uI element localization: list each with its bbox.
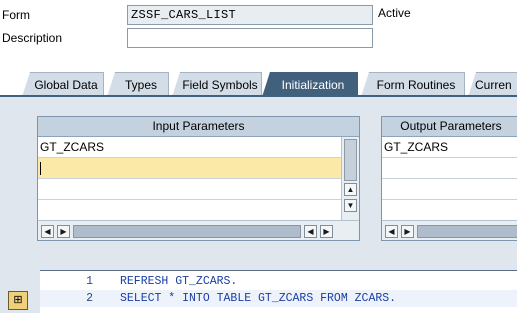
input-param-row[interactable] xyxy=(38,179,341,200)
arrow-left-icon[interactable]: ◀ xyxy=(385,225,398,238)
arrow-up-icon[interactable]: ▲ xyxy=(344,183,357,196)
tab-current[interactable]: Curren xyxy=(468,72,517,97)
code-text[interactable]: SELECT * INTO TABLE GT_ZCARS FROM ZCARS. xyxy=(120,290,396,307)
arrow-left-icon[interactable]: ◀ xyxy=(41,225,54,238)
abap-code-editor[interactable]: 1 REFRESH GT_ZCARS. 2 SELECT * INTO TABL… xyxy=(40,270,517,313)
input-param-row[interactable]: GT_ZCARS xyxy=(38,137,341,158)
line-number: 1 xyxy=(86,275,93,288)
input-vertical-scrollbar[interactable]: ▲ ▼ xyxy=(341,137,359,220)
output-hscroll-thumb[interactable] xyxy=(417,225,517,238)
input-param-row-editing[interactable] xyxy=(38,158,341,179)
arrow-right-icon[interactable]: ▶ xyxy=(401,225,414,238)
description-label: Description xyxy=(0,28,126,49)
input-vscroll-thumb[interactable] xyxy=(344,139,357,181)
code-line-current[interactable]: 2 SELECT * INTO TABLE GT_ZCARS FROM ZCAR… xyxy=(40,290,517,307)
output-parameters-header: Output Parameters xyxy=(382,117,517,137)
arrow-right-icon[interactable]: ▶ xyxy=(57,225,70,238)
tab-field-symbols[interactable]: Field Symbols xyxy=(172,72,262,97)
arrow-left-icon[interactable]: ◀ xyxy=(304,225,317,238)
tab-initialization[interactable]: Initialization xyxy=(262,72,358,97)
output-param-row[interactable]: GT_ZCARS xyxy=(382,137,517,158)
code-line[interactable]: 1 REFRESH GT_ZCARS. xyxy=(40,273,517,290)
tab-form-routines[interactable]: Form Routines xyxy=(361,72,465,97)
input-horizontal-scrollbar[interactable]: ◀ ▶ ◀ ▶ xyxy=(38,220,359,240)
description-field[interactable] xyxy=(127,28,373,48)
output-parameters-table: Output Parameters GT_ZCARS ◀ ▶ xyxy=(381,116,517,241)
tab-types[interactable]: Types xyxy=(107,72,169,97)
output-param-row[interactable] xyxy=(382,158,517,179)
form-name-field[interactable]: ZSSF_CARS_LIST xyxy=(127,5,373,25)
input-parameters-header: Input Parameters xyxy=(38,117,359,137)
output-param-row[interactable] xyxy=(382,179,517,200)
input-parameters-table: Input Parameters GT_ZCARS ▲ ▼ ◀ ▶ ◀ ▶ xyxy=(37,116,360,241)
output-param-row[interactable] xyxy=(382,200,517,221)
form-status: Active xyxy=(378,6,411,20)
input-param-row[interactable] xyxy=(38,200,341,221)
line-number: 2 xyxy=(86,292,93,305)
arrow-down-icon[interactable]: ▼ xyxy=(344,199,357,212)
text-caret xyxy=(40,162,41,176)
arrow-right-icon[interactable]: ▶ xyxy=(320,225,333,238)
tab-global-data[interactable]: Global Data xyxy=(22,72,104,97)
output-horizontal-scrollbar[interactable]: ◀ ▶ xyxy=(382,220,517,240)
input-hscroll-thumb[interactable] xyxy=(73,225,301,238)
form-label: Form xyxy=(0,5,126,26)
pattern-icon[interactable]: ⊞ xyxy=(8,291,28,310)
tab-strip: Global Data Types Field Symbols Initiali… xyxy=(0,68,517,97)
code-text[interactable]: REFRESH GT_ZCARS. xyxy=(120,273,237,290)
